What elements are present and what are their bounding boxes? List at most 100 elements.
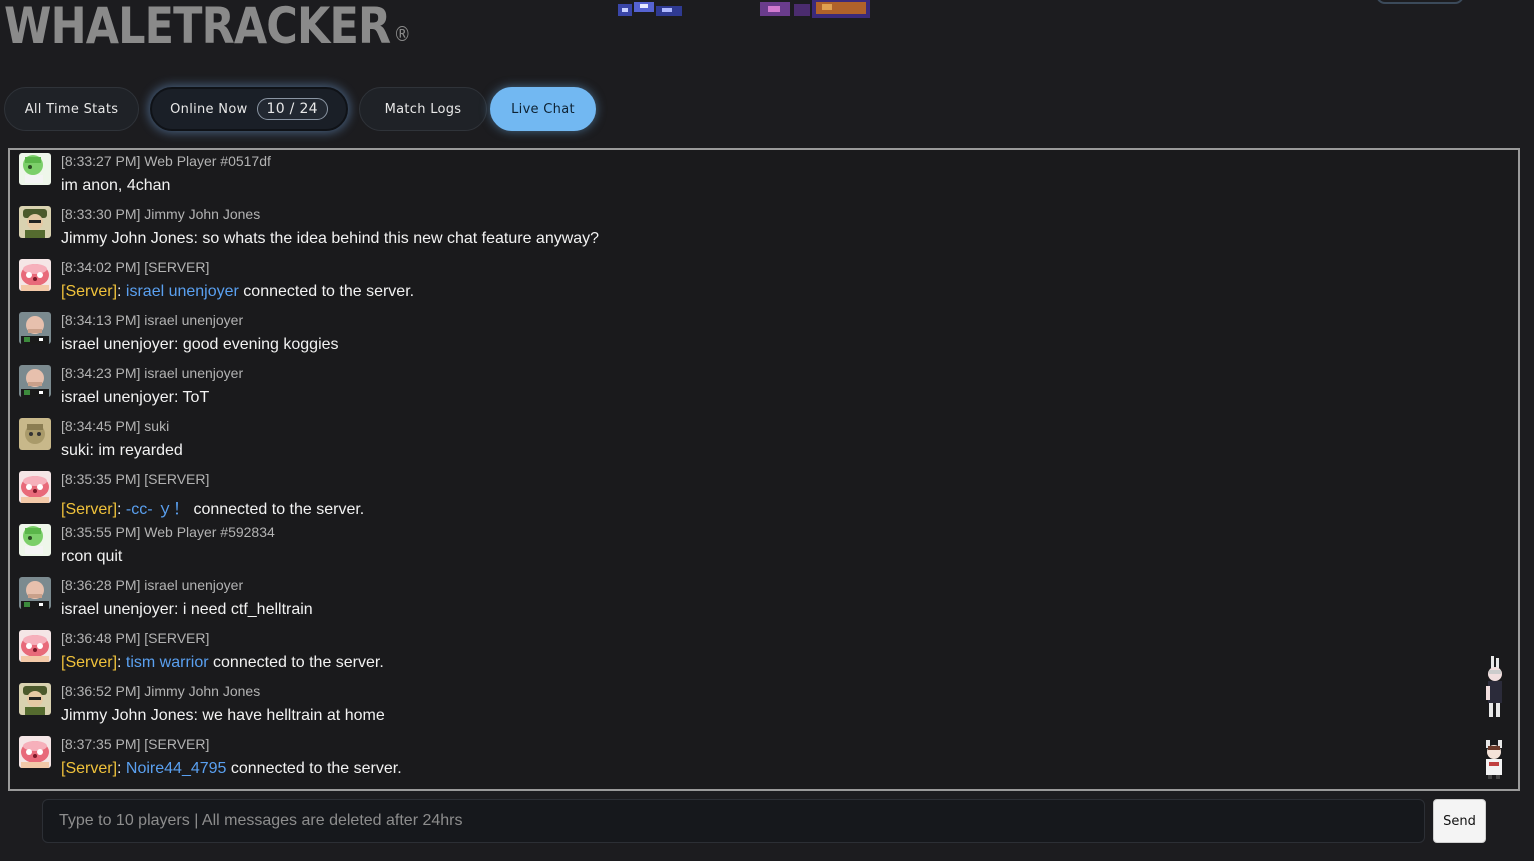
- message-text-part: :: [117, 283, 126, 300]
- send-button[interactable]: Send: [1433, 799, 1486, 843]
- message-text: israel unenjoyer: good evening koggies: [61, 336, 339, 354]
- message-timestamp: [8:35:35 PM]: [61, 471, 141, 487]
- message-meta: [8:35:35 PM] [SERVER]: [61, 471, 209, 487]
- soldier-avatar-icon[interactable]: [19, 206, 51, 238]
- message-timestamp: [8:34:13 PM]: [61, 312, 141, 328]
- message-meta: [8:34:45 PM] suki: [61, 418, 169, 434]
- soldier-avatar-icon[interactable]: [19, 683, 51, 715]
- server-avatar-icon[interactable]: [19, 259, 51, 291]
- message-sender[interactable]: israel unenjoyer: [144, 577, 243, 593]
- message-text-part: israel unenjoyer: good evening koggies: [61, 336, 339, 353]
- message-text-part: :: [117, 760, 126, 777]
- chat-message: [8:37:35 PM] [SERVER] [Server]: Noire44_4…: [19, 734, 1499, 787]
- web-player-avatar-icon[interactable]: [19, 524, 51, 556]
- message-text: suki: im reyarded: [61, 442, 183, 460]
- chat-message: [8:33:27 PM] Web Player #0517df im anon, …: [19, 151, 1499, 204]
- message-text-part: connected to the server.: [189, 501, 365, 518]
- message-sender[interactable]: suki: [144, 418, 169, 434]
- server-avatar-icon[interactable]: [19, 471, 51, 503]
- tab-match-logs[interactable]: Match Logs: [359, 87, 487, 131]
- message-timestamp: [8:34:02 PM]: [61, 259, 141, 275]
- message-meta: [8:37:35 PM] [SERVER]: [61, 736, 209, 752]
- message-text-part: im anon, 4chan: [61, 177, 171, 194]
- online-count-badge: 10 / 24: [256, 98, 328, 120]
- chat-message: [8:35:55 PM] Web Player #592834 rcon quit: [19, 522, 1499, 575]
- message-meta: [8:34:13 PM] israel unenjoyer: [61, 312, 243, 328]
- chat-message: [8:34:23 PM] israel unenjoyer israel unen…: [19, 363, 1499, 416]
- chat-log[interactable]: [8:33:27 PM] Web Player #0517df im anon, …: [8, 148, 1520, 791]
- chat-message: [8:36:48 PM] [SERVER] [Server]: tism warr…: [19, 628, 1499, 681]
- message-timestamp: [8:36:48 PM]: [61, 630, 141, 646]
- registered-mark: ®: [393, 22, 411, 46]
- tab-live-chat[interactable]: Live Chat: [490, 87, 596, 131]
- message-timestamp: [8:36:28 PM]: [61, 577, 141, 593]
- message-meta: [8:36:28 PM] israel unenjoyer: [61, 577, 243, 593]
- message-text: [Server]: israel unenjoyer connected to …: [61, 283, 414, 301]
- server-avatar-icon[interactable]: [19, 630, 51, 662]
- message-text-part: suki: im reyarded: [61, 442, 183, 459]
- message-text: israel unenjoyer: ToT: [61, 389, 209, 407]
- man-avatar-icon[interactable]: [19, 577, 51, 609]
- message-text-part: Jimmy John Jones: we have helltrain at h…: [61, 707, 385, 724]
- message-sender[interactable]: israel unenjoyer: [144, 365, 243, 381]
- message-text: [Server]: Noire44_4795 connected to the …: [61, 760, 402, 778]
- message-text: [Server]: tism warrior connected to the …: [61, 654, 384, 672]
- message-text: im anon, 4chan: [61, 177, 170, 195]
- message-text: Jimmy John Jones: so whats the idea behi…: [61, 230, 599, 248]
- message-text-part: :: [117, 501, 126, 518]
- logo-text: WHALETRACKER: [4, 0, 391, 55]
- message-text: [Server]: -cc- ｙ！ connected to the serve…: [61, 495, 364, 519]
- app-logo[interactable]: WHALETRACKER ®: [4, 0, 411, 56]
- message-sender[interactable]: [SERVER]: [144, 471, 209, 487]
- server-tag: [Server]: [61, 760, 118, 777]
- message-timestamp: [8:33:30 PM]: [61, 206, 141, 222]
- player-name-link[interactable]: israel unenjoyer: [126, 283, 239, 300]
- player-name-link[interactable]: Noire44_4795: [126, 760, 227, 777]
- chat-message: [8:34:02 PM] [SERVER] [Server]: israel un…: [19, 257, 1499, 310]
- message-sender[interactable]: israel unenjoyer: [144, 312, 243, 328]
- message-sender[interactable]: Jimmy John Jones: [144, 206, 260, 222]
- message-text-part: israel unenjoyer: ToT: [61, 389, 210, 406]
- message-text: rcon quit: [61, 548, 122, 566]
- server-tag: [Server]: [61, 501, 118, 518]
- player-name-link[interactable]: tism warrior: [126, 654, 209, 671]
- chat-message: [8:36:52 PM] Jimmy John Jones Jimmy John …: [19, 681, 1499, 734]
- message-sender[interactable]: Web Player #0517df: [144, 153, 271, 169]
- message-timestamp: [8:34:45 PM]: [61, 418, 141, 434]
- man-avatar-icon[interactable]: [19, 312, 51, 344]
- message-timestamp: [8:36:52 PM]: [61, 683, 141, 699]
- message-meta: [8:34:02 PM] [SERVER]: [61, 259, 209, 275]
- message-sender[interactable]: [SERVER]: [144, 259, 209, 275]
- message-meta: [8:35:55 PM] Web Player #592834: [61, 524, 275, 540]
- chat-message: [8:34:13 PM] israel unenjoyer israel unen…: [19, 310, 1499, 363]
- message-text: Jimmy John Jones: we have helltrain at h…: [61, 707, 385, 725]
- message-text-part: rcon quit: [61, 548, 123, 565]
- server-avatar-icon[interactable]: [19, 736, 51, 768]
- chat-message: [8:34:45 PM] suki suki: im reyarded: [19, 416, 1499, 469]
- man-avatar-icon[interactable]: [19, 365, 51, 397]
- player-name-link[interactable]: -cc- ｙ！: [126, 501, 189, 518]
- tab-label: All Time Stats: [24, 101, 119, 117]
- chat-message: [8:36:28 PM] israel unenjoyer israel unen…: [19, 575, 1499, 628]
- message-timestamp: [8:34:23 PM]: [61, 365, 141, 381]
- message-sender[interactable]: [SERVER]: [144, 630, 209, 646]
- message-timestamp: [8:33:27 PM]: [61, 153, 141, 169]
- message-sender[interactable]: Jimmy John Jones: [144, 683, 260, 699]
- web-player-avatar-icon[interactable]: [19, 153, 51, 185]
- message-text-part: connected to the server.: [226, 760, 402, 777]
- tab-label: Live Chat: [511, 101, 575, 117]
- message-meta: [8:34:23 PM] israel unenjoyer: [61, 365, 243, 381]
- message-text-part: Jimmy John Jones: so whats the idea behi…: [61, 230, 600, 247]
- cat-avatar-icon[interactable]: [19, 418, 51, 450]
- tab-online-now[interactable]: Online Now 10 / 24: [150, 87, 348, 131]
- message-sender[interactable]: Web Player #592834: [144, 524, 275, 540]
- top-right-button[interactable]: [1376, 0, 1464, 4]
- page: WHALETRACKER ® All Time Stats Online Now …: [0, 0, 1534, 861]
- server-tag: [Server]: [61, 654, 118, 671]
- chat-message: [8:33:30 PM] Jimmy John Jones Jimmy John …: [19, 204, 1499, 257]
- chat-message: [8:35:35 PM] [SERVER] [Server]: -cc- ｙ！ c…: [19, 469, 1499, 522]
- chat-message-input[interactable]: [42, 799, 1425, 843]
- message-timestamp: [8:35:55 PM]: [61, 524, 141, 540]
- tab-all-time-stats[interactable]: All Time Stats: [4, 87, 139, 131]
- message-sender[interactable]: [SERVER]: [144, 736, 209, 752]
